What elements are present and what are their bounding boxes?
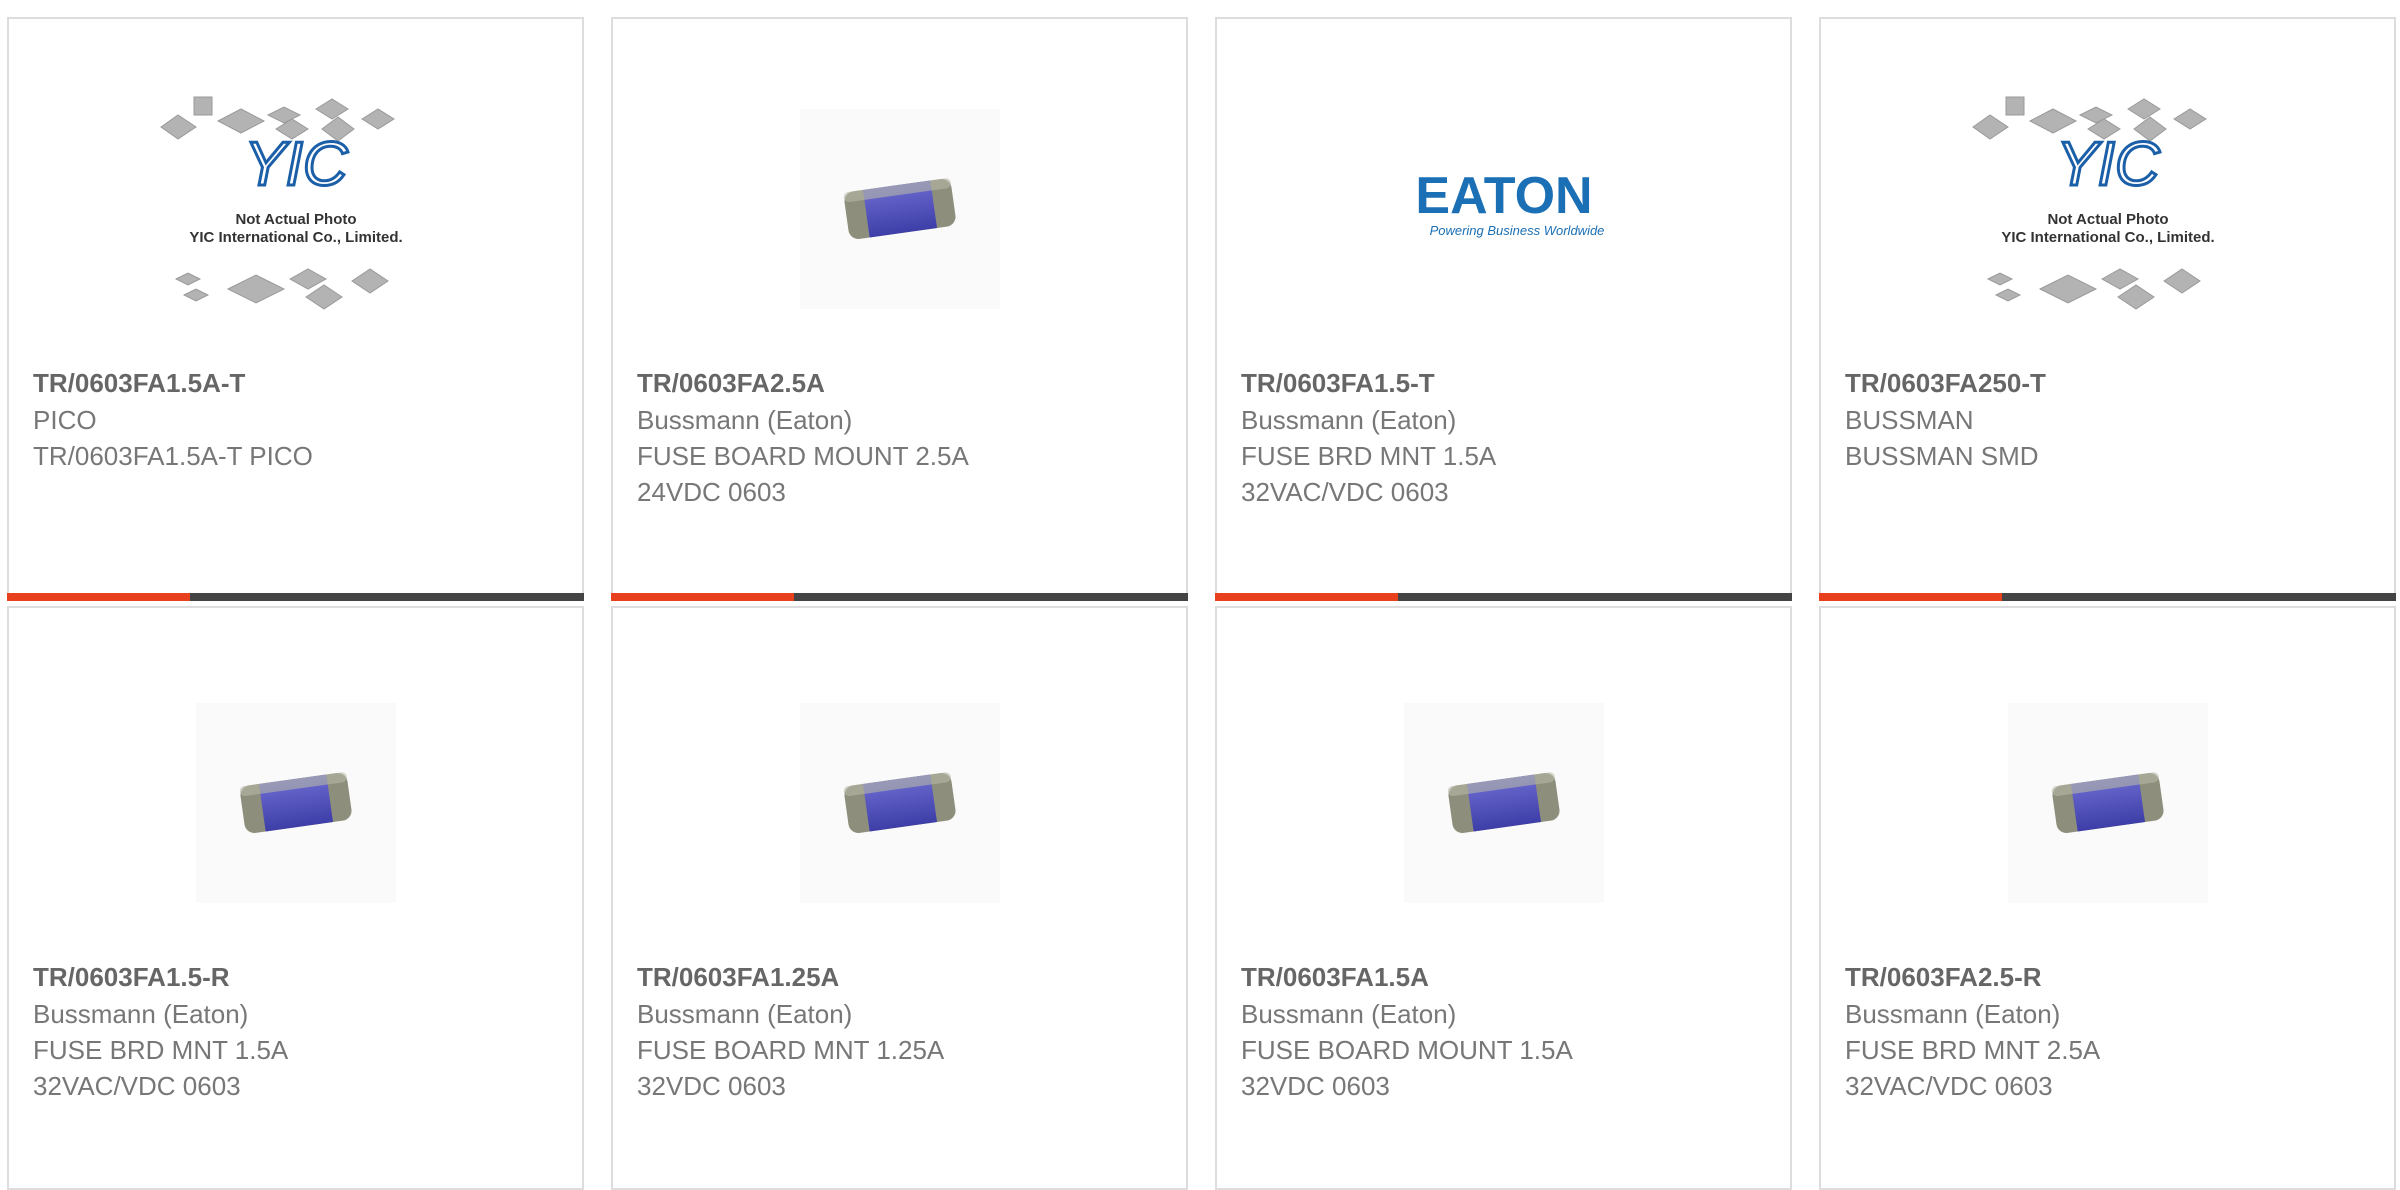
smd-fuse-icon bbox=[1403, 703, 1604, 903]
part-number[interactable]: TR/0603FA2.5A bbox=[637, 364, 1166, 402]
product-card[interactable]: YIC Not Actual Photo YIC International C… bbox=[7, 17, 584, 601]
svg-text:EATON: EATON bbox=[1415, 169, 1592, 225]
manufacturer: Bussmann (Eaton) bbox=[637, 405, 853, 435]
description: TR/0603FA1.5A-T PICO bbox=[33, 441, 313, 471]
description: FUSE BRD MNT 2.5A 32VAC/VDC 0603 bbox=[1845, 1035, 2101, 1101]
product-card[interactable]: TR/0603FA1.5A Bussmann (Eaton) FUSE BOAR… bbox=[1215, 606, 1792, 1190]
smd-fuse-icon bbox=[2007, 703, 2208, 903]
description: FUSE BRD MNT 1.5A 32VAC/VDC 0603 bbox=[1241, 441, 1497, 507]
manufacturer-logo: EATON Powering Business Worldwide bbox=[1217, 54, 1790, 364]
product-image-placeholder: YIC Not Actual Photo YIC International C… bbox=[9, 54, 582, 364]
part-number[interactable]: TR/0603FA1.5-R bbox=[33, 958, 562, 996]
product-card[interactable]: TR/0603FA1.25A Bussmann (Eaton) FUSE BOA… bbox=[611, 606, 1188, 1190]
description: FUSE BOARD MNT 1.25A 32VDC 0603 bbox=[637, 1035, 945, 1101]
product-card[interactable]: TR/0603FA2.5A Bussmann (Eaton) FUSE BOAR… bbox=[611, 17, 1188, 601]
svg-text:Not Actual Photo: Not Actual Photo bbox=[235, 211, 356, 228]
svg-text:YIC International Co., Limited: YIC International Co., Limited. bbox=[2001, 229, 2214, 246]
card-accent-bar bbox=[1215, 593, 1792, 601]
svg-text:YIC: YIC bbox=[244, 130, 349, 199]
part-number[interactable]: TR/0603FA1.25A bbox=[637, 958, 1166, 996]
product-image bbox=[9, 648, 582, 958]
product-card[interactable]: EATON Powering Business Worldwide TR/060… bbox=[1215, 17, 1792, 601]
card-accent-bar bbox=[611, 593, 1188, 601]
yic-placeholder-icon: YIC Not Actual Photo YIC International C… bbox=[1971, 96, 2214, 310]
manufacturer: Bussmann (Eaton) bbox=[637, 999, 853, 1029]
smd-fuse-icon bbox=[799, 703, 1000, 903]
manufacturer: BUSSMAN bbox=[1845, 405, 1974, 435]
svg-text:Not Actual Photo: Not Actual Photo bbox=[2047, 211, 2168, 228]
product-card[interactable]: YIC Not Actual Photo YIC International C… bbox=[1819, 17, 2396, 601]
part-number[interactable]: TR/0603FA1.5A-T bbox=[33, 364, 562, 402]
yic-placeholder-icon: YIC Not Actual Photo YIC International C… bbox=[159, 96, 402, 310]
svg-text:YIC: YIC bbox=[2056, 130, 2161, 199]
product-image bbox=[1217, 648, 1790, 958]
smd-fuse-icon bbox=[195, 703, 396, 903]
manufacturer: Bussmann (Eaton) bbox=[33, 999, 249, 1029]
svg-text:Powering Business Worldwide: Powering Business Worldwide bbox=[1429, 223, 1604, 238]
card-accent-bar bbox=[1819, 593, 2396, 601]
product-image bbox=[1821, 648, 2394, 958]
description: FUSE BOARD MOUNT 2.5A 24VDC 0603 bbox=[637, 441, 969, 507]
part-number[interactable]: TR/0603FA1.5A bbox=[1241, 958, 1770, 996]
part-number[interactable]: TR/0603FA250-T bbox=[1845, 364, 2374, 402]
smd-fuse-icon bbox=[799, 109, 1000, 309]
description: FUSE BOARD MOUNT 1.5A 32VDC 0603 bbox=[1241, 1035, 1573, 1101]
eaton-logo-icon: EATON Powering Business Worldwide bbox=[1415, 169, 1604, 238]
manufacturer: Bussmann (Eaton) bbox=[1241, 999, 1457, 1029]
manufacturer: Bussmann (Eaton) bbox=[1845, 999, 2061, 1029]
part-number[interactable]: TR/0603FA1.5-T bbox=[1241, 364, 1770, 402]
product-image-placeholder: YIC Not Actual Photo YIC International C… bbox=[1821, 54, 2394, 364]
product-image bbox=[613, 54, 1186, 364]
manufacturer: PICO bbox=[33, 405, 97, 435]
product-card[interactable]: TR/0603FA1.5-R Bussmann (Eaton) FUSE BRD… bbox=[7, 606, 584, 1190]
part-number[interactable]: TR/0603FA2.5-R bbox=[1845, 958, 2374, 996]
manufacturer: Bussmann (Eaton) bbox=[1241, 405, 1457, 435]
description: BUSSMAN SMD bbox=[1845, 441, 2039, 471]
product-image bbox=[613, 648, 1186, 958]
card-accent-bar bbox=[7, 593, 584, 601]
product-card[interactable]: TR/0603FA2.5-R Bussmann (Eaton) FUSE BRD… bbox=[1819, 606, 2396, 1190]
svg-text:YIC International Co., Limited: YIC International Co., Limited. bbox=[189, 229, 402, 246]
description: FUSE BRD MNT 1.5A 32VAC/VDC 0603 bbox=[33, 1035, 289, 1101]
